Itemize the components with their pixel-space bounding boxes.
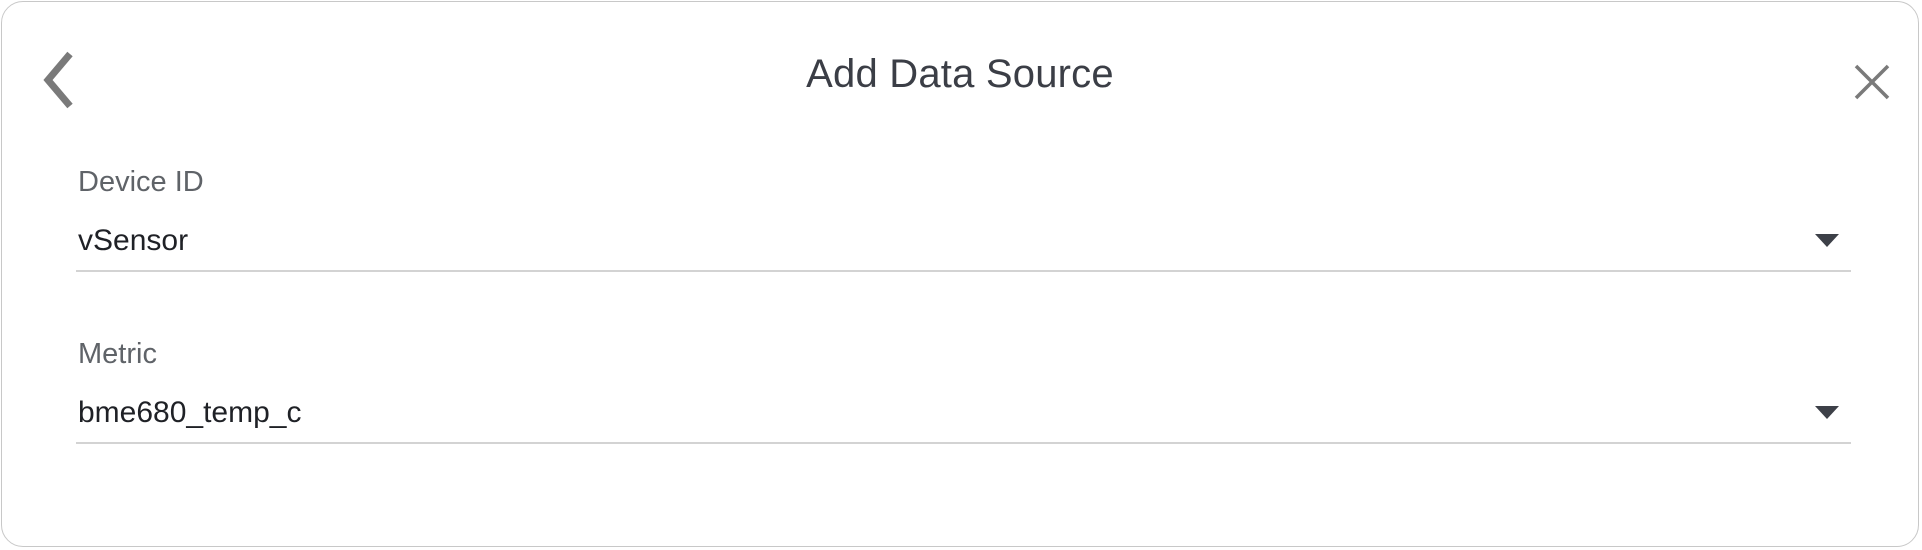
dropdown-arrow-icon bbox=[1815, 234, 1839, 247]
metric-underline bbox=[76, 442, 1851, 444]
metric-value: bme680_temp_c bbox=[78, 396, 302, 429]
close-icon bbox=[1854, 64, 1890, 100]
add-data-source-dialog: Add Data Source Device ID vSensor Metric… bbox=[1, 1, 1919, 547]
device-id-select[interactable]: Device ID vSensor bbox=[76, 166, 1851, 276]
metric-select[interactable]: Metric bme680_temp_c bbox=[76, 338, 1851, 448]
device-id-label: Device ID bbox=[78, 166, 204, 198]
device-id-value: vSensor bbox=[78, 224, 189, 257]
dialog-title: Add Data Source bbox=[806, 52, 1114, 96]
close-button[interactable] bbox=[1848, 58, 1896, 106]
metric-label: Metric bbox=[78, 338, 157, 370]
device-id-underline bbox=[76, 270, 1851, 272]
dropdown-arrow-icon bbox=[1815, 406, 1839, 419]
